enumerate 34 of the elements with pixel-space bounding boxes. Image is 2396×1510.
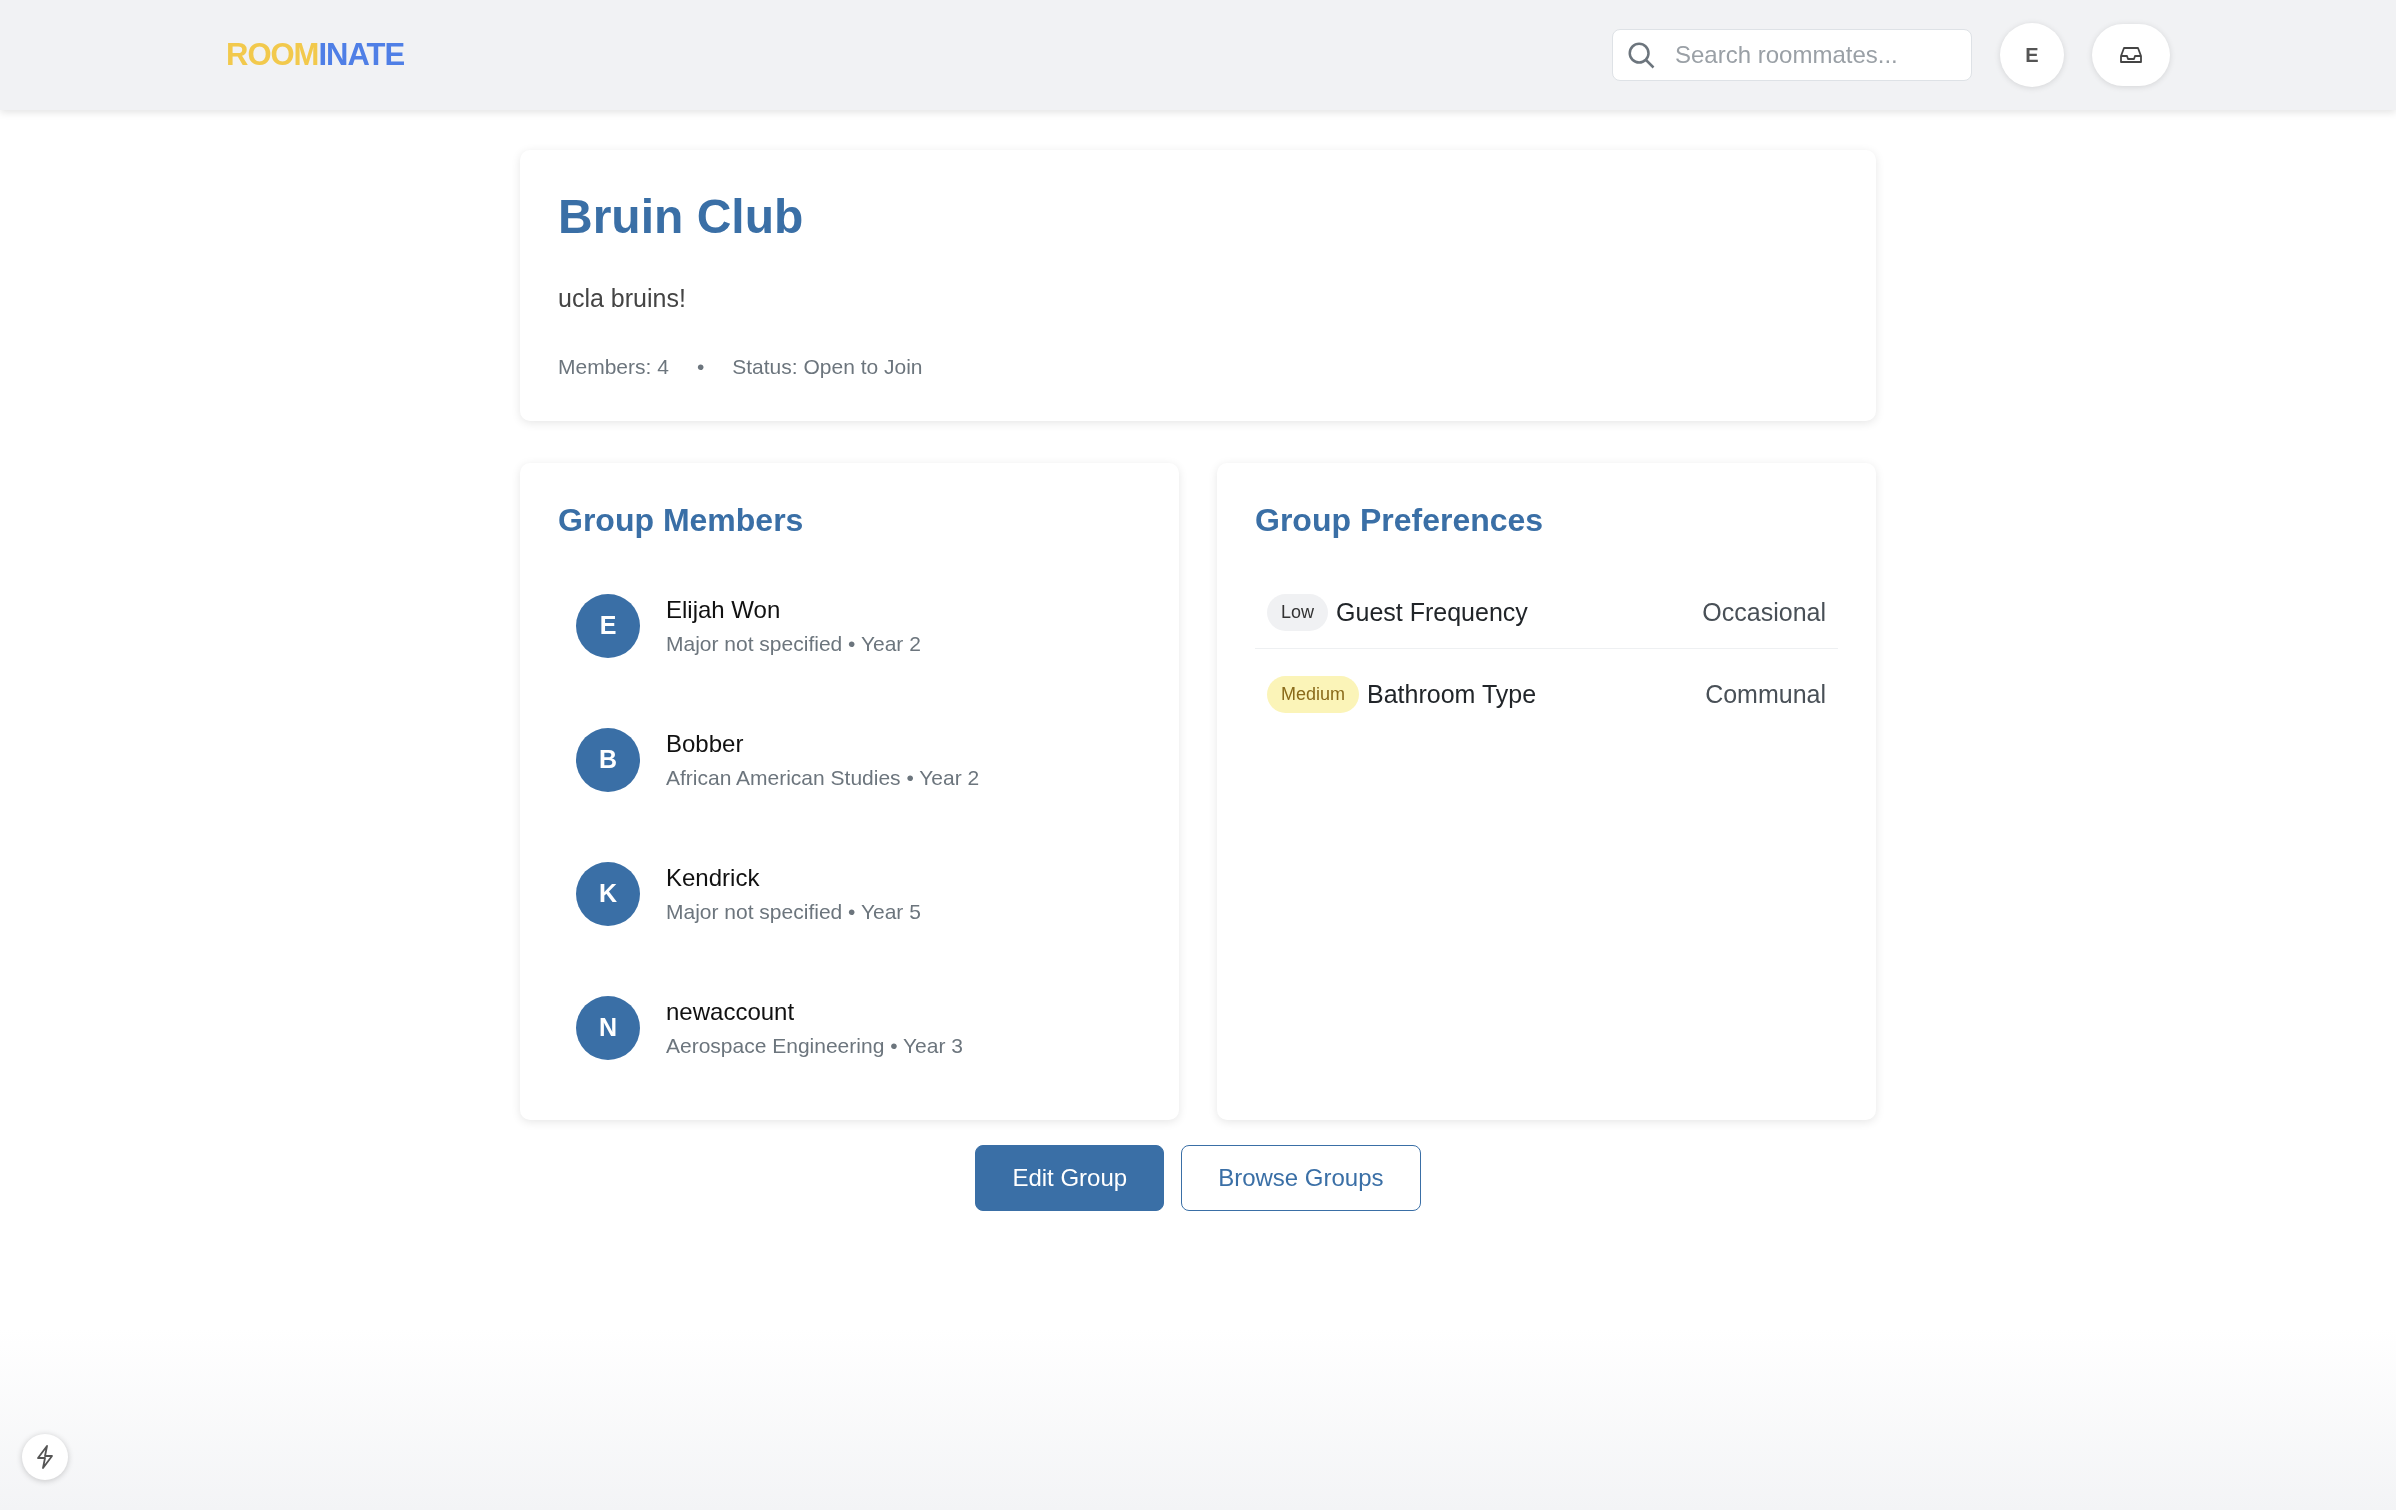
member-avatar: N	[576, 996, 640, 1060]
member-details: Aerospace Engineering • Year 3	[666, 1033, 963, 1060]
lightning-icon	[35, 1445, 55, 1469]
section-title: Group Members	[558, 500, 805, 539]
member-avatar: K	[576, 862, 640, 926]
member-name: Bobber	[666, 729, 745, 760]
search-field[interactable]: Search roommates...	[1612, 29, 1972, 81]
edit-button[interactable]: Edit Group	[975, 1144, 1165, 1211]
separator-dot: •	[696, 354, 705, 381]
group-description: ucla bruins!	[558, 282, 687, 314]
member-name: Elijah Won	[666, 595, 782, 626]
member-name: Kendrick	[666, 863, 761, 894]
browse-button[interactable]: Browse Groups	[1181, 1144, 1421, 1211]
member-details: Major not specified • Year 5	[666, 899, 921, 926]
profile-button[interactable]: E	[2000, 23, 2064, 87]
members-count: Members: 4	[558, 354, 669, 381]
group-title: Bruin Club	[558, 189, 805, 245]
priority-badge: Low	[1267, 594, 1329, 631]
section-title: Group Preferences	[1255, 500, 1545, 539]
preference-label: Guest Frequency	[1336, 596, 1528, 628]
preference-value: Occasional	[1702, 596, 1826, 628]
inbox-button[interactable]	[2092, 24, 2170, 86]
group-status: Status: Open to Join	[732, 354, 923, 381]
preference-label: Bathroom Type	[1367, 679, 1537, 711]
inbox-icon	[2120, 46, 2142, 64]
member-details: Major not specified • Year 2	[666, 631, 921, 658]
member-name: newaccount	[666, 997, 796, 1028]
quick-action-button[interactable]	[22, 1434, 68, 1480]
member-details: African American Studies • Year 2	[666, 765, 980, 792]
priority-badge: Medium	[1267, 676, 1360, 714]
member-avatar: B	[576, 728, 640, 792]
member-avatar: E	[576, 594, 640, 658]
logo-text[interactable]: INATE	[318, 31, 405, 79]
preference-value: Communal	[1705, 679, 1826, 711]
